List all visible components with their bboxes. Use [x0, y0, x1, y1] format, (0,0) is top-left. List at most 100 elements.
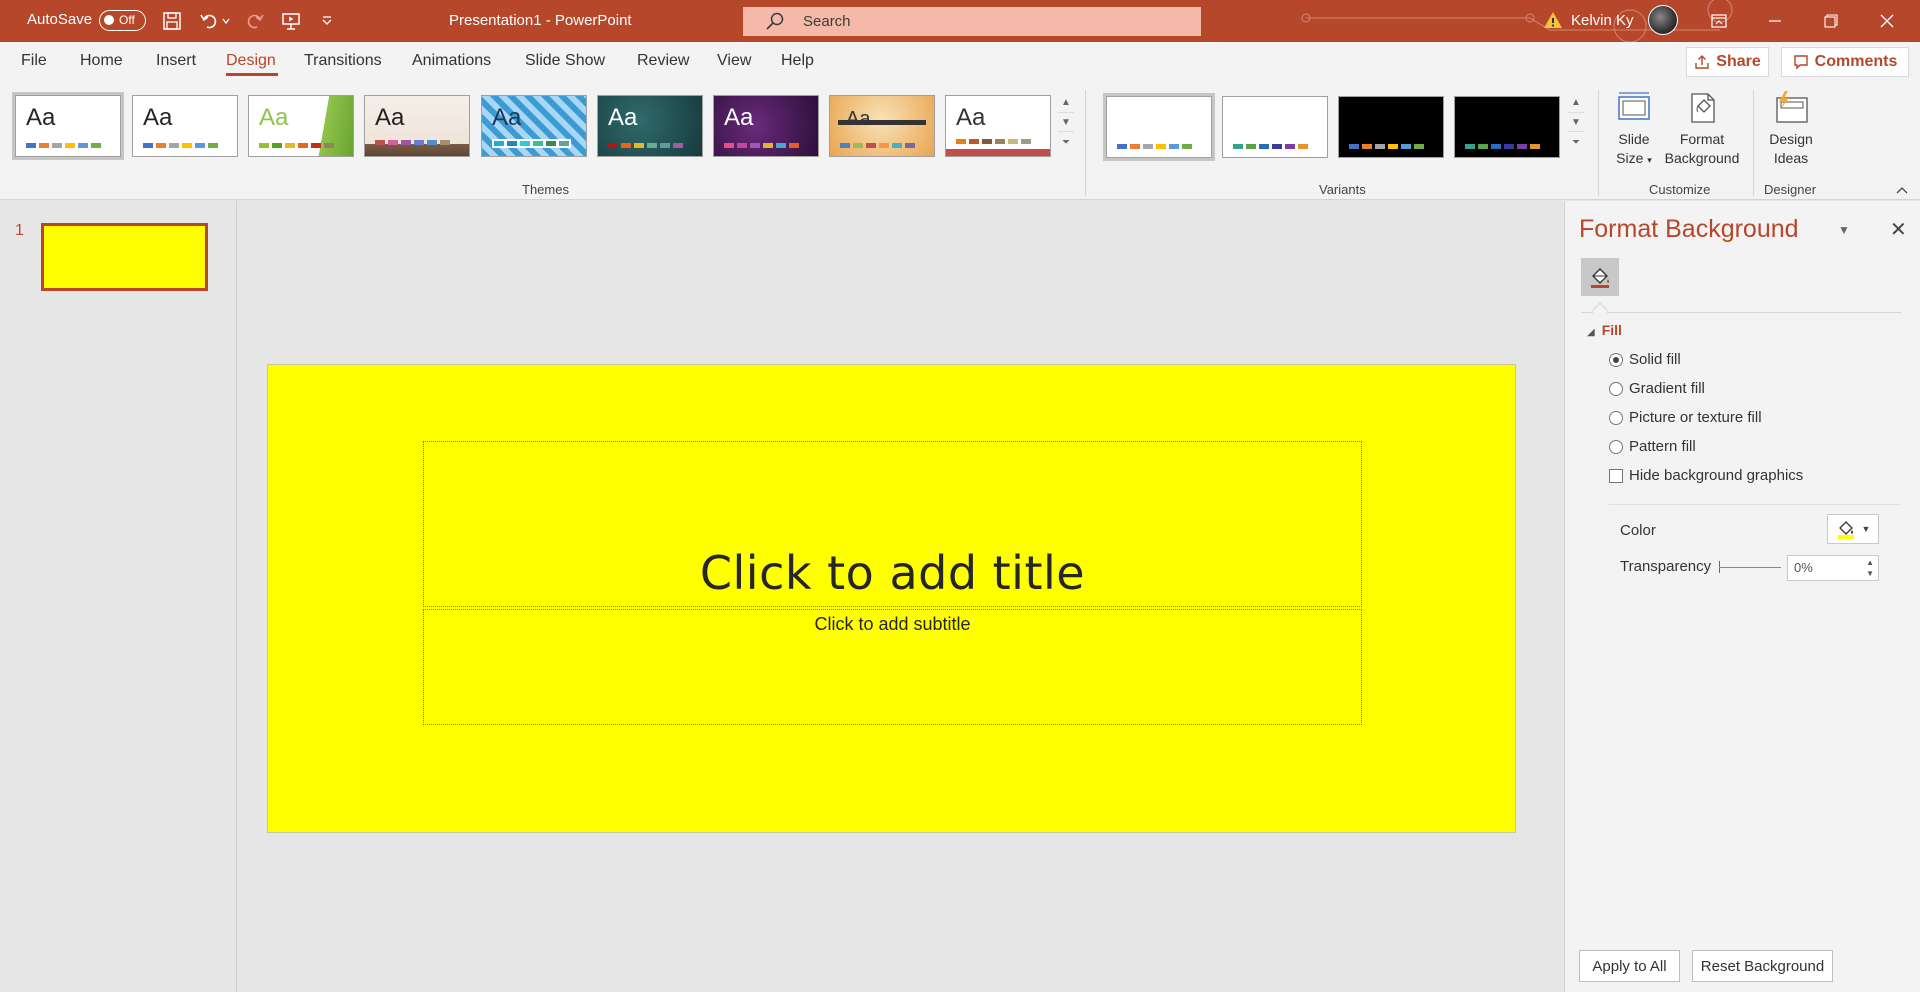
search-box[interactable]: Search [743, 7, 1201, 36]
format-background-icon [1662, 88, 1742, 128]
save-icon[interactable] [160, 9, 184, 33]
tab-file[interactable]: File [21, 52, 47, 70]
gallery-more-icon[interactable]: ⏷ [1058, 132, 1074, 152]
theme-office-2[interactable]: Aa [132, 95, 238, 157]
gallery-more-icon[interactable]: ⏷ [1568, 132, 1584, 152]
warning-icon[interactable] [1543, 10, 1563, 33]
theme-sample: Aa [492, 104, 522, 131]
pattern-fill-radio[interactable] [1609, 439, 1623, 454]
design-ideas-button[interactable]: Design Ideas [1762, 88, 1820, 168]
group-label-themes: Themes [522, 182, 569, 197]
gallery-up-icon[interactable]: ▲ [1058, 92, 1074, 112]
tab-view[interactable]: View [717, 52, 751, 70]
transparency-input[interactable]: 0% ▲ ▼ [1787, 555, 1879, 581]
pattern-fill-option[interactable]: Pattern fill [1609, 438, 1696, 455]
hide-background-graphics-checkbox[interactable] [1609, 468, 1623, 483]
spin-arrows-icon[interactable]: ▲ ▼ [1866, 557, 1874, 579]
theme-sample: Aa [259, 104, 289, 131]
tab-transitions[interactable]: Transitions [304, 52, 382, 70]
gallery-up-icon[interactable]: ▲ [1568, 92, 1584, 112]
transparency-slider[interactable] [1719, 567, 1781, 568]
theme-office[interactable]: Aa [12, 92, 124, 160]
autosave-toggle[interactable]: Off [99, 10, 146, 31]
apply-to-all-button[interactable]: Apply to All [1579, 950, 1680, 982]
gallery-down-icon[interactable]: ▼ [1058, 112, 1074, 132]
hide-background-graphics-option[interactable]: Hide background graphics [1609, 467, 1803, 484]
search-icon [765, 11, 785, 34]
theme-ion-boardroom[interactable]: Aa [364, 95, 470, 157]
tab-review[interactable]: Review [637, 52, 689, 70]
variant-swatches [1117, 144, 1192, 149]
gallery-down-icon[interactable]: ▼ [1568, 112, 1584, 132]
pane-divider [1581, 312, 1901, 313]
pattern-fill-label: Pattern fill [1629, 438, 1696, 455]
format-background-label-1: Format [1679, 131, 1725, 147]
tab-insert[interactable]: Insert [156, 52, 196, 70]
subtitle-placeholder-text: Click to add subtitle [814, 614, 971, 634]
collapse-triangle-icon: ◢ [1587, 327, 1595, 338]
fill-section-header[interactable]: ◢ Fill [1587, 322, 1622, 338]
theme-sample: Aa [608, 104, 638, 131]
slide-size-label-2: Size [1616, 150, 1644, 166]
themes-gallery-scroll[interactable]: ▲ ▼ ⏷ [1058, 92, 1074, 152]
user-name[interactable]: Kelvin Ky [1571, 12, 1634, 29]
variant-swatches [1233, 144, 1308, 149]
avatar[interactable] [1648, 5, 1678, 35]
variant-1[interactable] [1103, 93, 1215, 161]
group-separator [1085, 90, 1086, 196]
share-button[interactable]: Share [1686, 47, 1769, 77]
pane-options-icon[interactable]: ▼ [1838, 223, 1850, 237]
variant-3[interactable] [1338, 96, 1444, 158]
tab-design[interactable]: Design [226, 52, 276, 70]
theme-retrospect[interactable]: Aa [945, 95, 1051, 157]
pane-close-icon[interactable]: ✕ [1890, 217, 1907, 242]
theme-ion[interactable]: Aa [597, 95, 703, 157]
gradient-fill-option[interactable]: Gradient fill [1609, 380, 1705, 397]
collapse-ribbon-icon[interactable] [1896, 183, 1908, 197]
ribbon-display-options-icon[interactable] [1691, 0, 1747, 42]
tab-slide-show[interactable]: Slide Show [525, 52, 605, 70]
present-from-beginning-icon[interactable] [279, 9, 303, 33]
picture-fill-radio[interactable] [1609, 410, 1623, 425]
gradient-fill-radio[interactable] [1609, 381, 1623, 396]
slide-size-button[interactable]: Slide Size ▾ [1606, 88, 1662, 170]
tab-help[interactable]: Help [781, 52, 814, 70]
ribbon-tabs: File Home Insert Design Transitions Anim… [0, 42, 1920, 82]
color-label: Color [1620, 522, 1656, 539]
theme-ion-purple[interactable]: Aa [713, 95, 819, 157]
undo-dropdown-icon[interactable] [219, 9, 233, 33]
tab-animations[interactable]: Animations [412, 52, 491, 70]
theme-facet[interactable]: Aa [248, 95, 354, 157]
slide-thumbnail[interactable] [41, 223, 208, 291]
format-background-button[interactable]: Format Background [1662, 88, 1742, 168]
reset-background-button[interactable]: Reset Background [1692, 950, 1833, 982]
restore-icon[interactable] [1803, 0, 1859, 42]
variants-gallery-scroll[interactable]: ▲ ▼ ⏷ [1568, 92, 1584, 152]
variant-4[interactable] [1454, 96, 1560, 158]
theme-organic[interactable]: Aa [481, 95, 587, 157]
undo-icon[interactable] [197, 9, 221, 33]
theme-swatches [143, 143, 218, 148]
color-picker-button[interactable]: ▼ [1827, 514, 1879, 544]
title-placeholder[interactable]: Click to add title [423, 441, 1362, 607]
comments-button[interactable]: Comments [1781, 47, 1909, 77]
redo-icon[interactable] [243, 9, 267, 33]
subtitle-placeholder[interactable]: Click to add subtitle [423, 609, 1362, 725]
active-tab-indicator [226, 73, 278, 76]
customize-toolbar-icon[interactable] [315, 9, 339, 33]
solid-fill-radio[interactable] [1609, 352, 1623, 367]
pane-tab-notch [1591, 302, 1609, 320]
variant-2[interactable] [1222, 96, 1328, 158]
picture-fill-option[interactable]: Picture or texture fill [1609, 409, 1762, 426]
solid-fill-option[interactable]: Solid fill [1609, 351, 1681, 368]
close-icon[interactable] [1859, 0, 1915, 42]
fill-category-button[interactable] [1581, 258, 1619, 296]
theme-swatches [840, 143, 915, 148]
transparency-label: Transparency [1620, 558, 1712, 575]
minimize-icon[interactable] [1747, 0, 1803, 42]
theme-wood-type[interactable]: Aa [829, 95, 935, 157]
group-label-variants: Variants [1319, 182, 1366, 197]
theme-swatches [724, 143, 799, 148]
group-label-designer: Designer [1764, 182, 1817, 197]
tab-home[interactable]: Home [80, 52, 123, 70]
